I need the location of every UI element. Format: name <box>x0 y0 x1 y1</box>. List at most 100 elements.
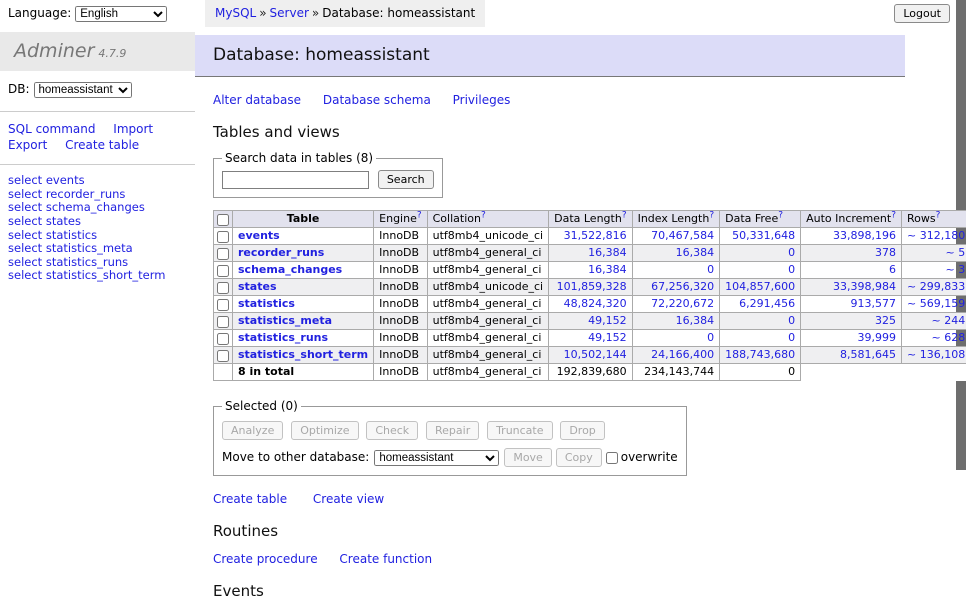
auto-increment-link[interactable]: 6 <box>889 263 896 276</box>
sidebar-item-select-statistics-short-term[interactable]: select statistics_short_term <box>8 269 187 282</box>
rows-count-link[interactable]: ~ 136,108 <box>907 348 965 361</box>
help-icon[interactable]: ? <box>936 210 941 220</box>
rows-count-link[interactable]: ~ 299,833 <box>907 280 965 293</box>
overwrite-checkbox[interactable] <box>606 452 618 464</box>
data-length-link[interactable]: 16,384 <box>588 263 627 276</box>
data-free-link[interactable]: 6,291,456 <box>739 297 795 310</box>
sidebar-item-select-statistics[interactable]: select statistics <box>8 229 187 242</box>
row-checkbox[interactable] <box>217 350 229 362</box>
table-link[interactable]: statistics_short_term <box>238 348 368 361</box>
table-link[interactable]: events <box>238 229 280 242</box>
search-input[interactable] <box>222 171 369 189</box>
table-link[interactable]: statistics_meta <box>238 314 332 327</box>
sidebar-item-select-statistics-runs[interactable]: select statistics_runs <box>8 256 187 269</box>
create-function-link[interactable]: Create function <box>339 552 432 566</box>
breadcrumb-link-mysql[interactable]: MySQL <box>215 6 256 20</box>
auto-increment-link[interactable]: 378 <box>875 246 896 259</box>
index-length-link[interactable]: 70,467,584 <box>651 229 714 242</box>
help-icon[interactable]: ? <box>709 210 714 220</box>
data-free-link[interactable]: 0 <box>788 246 795 259</box>
rows-count-link[interactable]: ~ 569,159 <box>907 297 965 310</box>
db-select[interactable]: homeassistant <box>34 82 132 98</box>
drop-button[interactable]: Drop <box>560 421 604 440</box>
move-database-select[interactable]: homeassistant <box>374 450 499 466</box>
select-all-checkbox[interactable] <box>217 214 229 226</box>
create-view-link[interactable]: Create view <box>313 492 384 506</box>
create-procedure-link[interactable]: Create procedure <box>213 552 318 566</box>
row-checkbox[interactable] <box>217 299 229 311</box>
auto-increment-link[interactable]: 33,398,984 <box>833 280 896 293</box>
help-icon[interactable]: ? <box>417 210 422 220</box>
data-length-link[interactable]: 31,522,816 <box>564 229 627 242</box>
rows-count-link[interactable]: ~ 244 <box>931 314 965 327</box>
index-length-link[interactable]: 16,384 <box>676 246 715 259</box>
index-length-link[interactable]: 72,220,672 <box>651 297 714 310</box>
row-checkbox[interactable] <box>217 248 229 260</box>
data-length-link[interactable]: 10,502,144 <box>564 348 627 361</box>
table-link[interactable]: statistics_runs <box>238 331 328 344</box>
database-schema-link[interactable]: Database schema <box>323 93 431 107</box>
rows-count-link[interactable]: ~ 312,180 <box>907 229 965 242</box>
rows-count-link[interactable]: ~ 628 <box>931 331 965 344</box>
sidebar-item-select-schema-changes[interactable]: select schema_changes <box>8 201 187 214</box>
sidebar-item-select-states[interactable]: select states <box>8 215 187 228</box>
repair-button[interactable]: Repair <box>426 421 479 440</box>
row-checkbox[interactable] <box>217 231 229 243</box>
data-free-link[interactable]: 188,743,680 <box>725 348 795 361</box>
search-button[interactable]: Search <box>378 170 434 189</box>
row-checkbox[interactable] <box>217 265 229 277</box>
table-link[interactable]: recorder_runs <box>238 246 324 259</box>
data-length-link[interactable]: 49,152 <box>588 314 627 327</box>
data-free-link[interactable]: 50,331,648 <box>732 229 795 242</box>
index-length-link[interactable]: 0 <box>707 263 714 276</box>
move-button[interactable]: Move <box>504 448 552 467</box>
data-length-link[interactable]: 101,859,328 <box>557 280 627 293</box>
auto-increment-link[interactable]: 325 <box>875 314 896 327</box>
index-length-link[interactable]: 67,256,320 <box>651 280 714 293</box>
help-icon[interactable]: ? <box>622 210 627 220</box>
help-icon[interactable]: ? <box>778 210 783 220</box>
optimize-button[interactable]: Optimize <box>291 421 358 440</box>
rows-count-link[interactable]: ~ 5 <box>945 246 965 259</box>
sidebar-link-import[interactable]: Import <box>113 122 153 136</box>
privileges-link[interactable]: Privileges <box>453 93 511 107</box>
check-button[interactable]: Check <box>366 421 418 440</box>
auto-increment-link[interactable]: 33,898,196 <box>833 229 896 242</box>
sidebar-item-select-statistics-meta[interactable]: select statistics_meta <box>8 242 187 255</box>
table-footer-links: Create table Create view <box>213 492 905 506</box>
create-table-link[interactable]: Create table <box>213 492 287 506</box>
rows-count-link[interactable]: ~ 3 <box>945 263 965 276</box>
sidebar-link-create-table[interactable]: Create table <box>65 138 139 152</box>
data-free-link[interactable]: 0 <box>788 331 795 344</box>
auto-increment-link[interactable]: 39,999 <box>858 331 897 344</box>
language-select[interactable]: English <box>75 6 167 22</box>
help-icon[interactable]: ? <box>891 210 896 220</box>
sidebar-link-sql-command[interactable]: SQL command <box>8 122 95 136</box>
table-link[interactable]: schema_changes <box>238 263 342 276</box>
data-length-link[interactable]: 16,384 <box>588 246 627 259</box>
auto-increment-link[interactable]: 913,577 <box>851 297 897 310</box>
table-link[interactable]: statistics <box>238 297 295 310</box>
table-link[interactable]: states <box>238 280 277 293</box>
index-length-link[interactable]: 24,166,400 <box>651 348 714 361</box>
alter-database-link[interactable]: Alter database <box>213 93 301 107</box>
data-free-link[interactable]: 104,857,600 <box>725 280 795 293</box>
index-length-link[interactable]: 0 <box>707 331 714 344</box>
help-icon[interactable]: ? <box>481 210 486 220</box>
row-checkbox[interactable] <box>217 282 229 294</box>
truncate-button[interactable]: Truncate <box>487 421 552 440</box>
sidebar-item-select-events[interactable]: select events <box>8 174 187 187</box>
row-checkbox[interactable] <box>217 316 229 328</box>
data-length-link[interactable]: 49,152 <box>588 331 627 344</box>
data-free-link[interactable]: 0 <box>788 263 795 276</box>
sidebar-item-select-recorder-runs[interactable]: select recorder_runs <box>8 188 187 201</box>
data-length-link[interactable]: 48,824,320 <box>564 297 627 310</box>
copy-button[interactable]: Copy <box>556 448 602 467</box>
analyze-button[interactable]: Analyze <box>222 421 283 440</box>
auto-increment-link[interactable]: 8,581,645 <box>840 348 896 361</box>
index-length-link[interactable]: 16,384 <box>676 314 715 327</box>
breadcrumb-link-server[interactable]: Server <box>270 6 309 20</box>
sidebar-link-export[interactable]: Export <box>8 138 47 152</box>
data-free-link[interactable]: 0 <box>788 314 795 327</box>
row-checkbox[interactable] <box>217 333 229 345</box>
